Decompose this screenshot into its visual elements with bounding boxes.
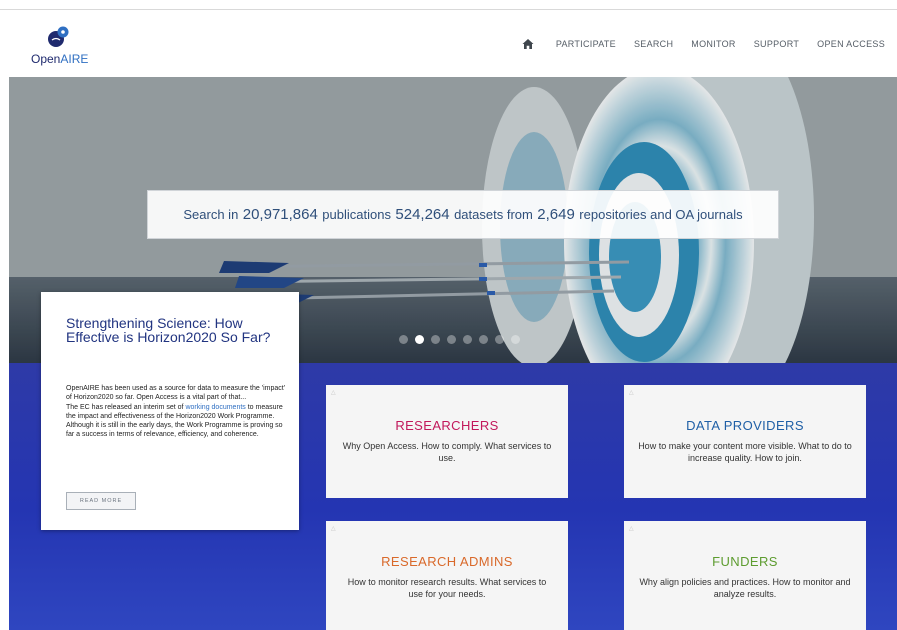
tile-researchers-title: RESEARCHERS (395, 418, 499, 433)
tile-corner-icon: △ (331, 526, 336, 532)
carousel-dot[interactable] (495, 335, 504, 344)
site-header: OpenAIRE PARTICIPATE SEARCH MONITOR SUPP… (9, 10, 897, 78)
home-icon[interactable] (522, 38, 534, 50)
tile-corner-icon: △ (629, 526, 634, 532)
carousel-dot[interactable] (463, 335, 472, 344)
tile-researchers-text: Why Open Access. How to comply. What ser… (342, 441, 552, 463)
datasets-count: 524,264 (395, 206, 450, 223)
repositories-count: 2,649 (537, 206, 575, 223)
publications-count: 20,971,864 (242, 206, 318, 223)
logo-wordmark: OpenAIRE (31, 52, 88, 66)
search-prefix: Search in (183, 207, 239, 222)
news-card: Strengthening Science: How Effective is … (41, 292, 299, 530)
carousel-dot-active[interactable] (415, 335, 424, 344)
nav-support[interactable]: SUPPORT (754, 39, 799, 49)
datasets-label: datasets from (454, 207, 533, 222)
carousel-dot[interactable] (447, 335, 456, 344)
tile-funders-title: FUNDERS (712, 554, 778, 569)
logo-wordmark-open: Open (31, 52, 61, 66)
read-more-button[interactable]: READ MORE (66, 492, 136, 510)
working-documents-link[interactable]: working documents (185, 404, 245, 411)
openaire-logo[interactable]: OpenAIRE (31, 22, 101, 68)
news-body-part2: The EC has released an interim set of (66, 403, 184, 411)
nav-search[interactable]: SEARCH (634, 39, 673, 49)
openaire-logo-icon (48, 26, 69, 47)
tile-corner-icon: △ (331, 390, 336, 396)
carousel-dot[interactable] (399, 335, 408, 344)
news-title[interactable]: Strengthening Science: How Effective is … (66, 316, 286, 344)
carousel-dots (399, 335, 527, 344)
search-stats-bar[interactable]: Search in 20,971,864 publications 524,26… (147, 190, 779, 239)
logo-wordmark-aire: AIRE (60, 52, 89, 66)
tile-corner-icon: △ (629, 390, 634, 396)
tile-data-providers-text: How to make your content more visible. W… (638, 441, 852, 463)
top-border (0, 0, 897, 10)
main-nav: PARTICIPATE SEARCH MONITOR SUPPORT OPEN … (522, 38, 885, 50)
nav-participate[interactable]: PARTICIPATE (556, 39, 616, 49)
carousel-dot[interactable] (479, 335, 488, 344)
tile-researchers[interactable]: △ RESEARCHERS Why Open Access. How to co… (326, 385, 568, 498)
news-body: OpenAIRE has been used as a source for d… (66, 384, 288, 440)
tile-funders-text: Why align policies and practices. How to… (639, 577, 851, 599)
tile-research-admins[interactable]: △ RESEARCH ADMINS How to monitor researc… (326, 521, 568, 630)
carousel-dot[interactable] (431, 335, 440, 344)
news-body-part1: OpenAIRE has been used as a source for d… (66, 385, 286, 402)
tile-research-admins-title: RESEARCH ADMINS (381, 554, 513, 569)
nav-monitor[interactable]: MONITOR (691, 39, 735, 49)
tile-research-admins-text: How to monitor research results. What se… (347, 577, 547, 599)
publications-label: publications (322, 207, 391, 222)
tile-funders[interactable]: △ FUNDERS Why align policies and practic… (624, 521, 866, 630)
tile-data-providers-title: DATA PROVIDERS (686, 418, 804, 433)
carousel-dot[interactable] (511, 335, 520, 344)
page: OpenAIRE PARTICIPATE SEARCH MONITOR SUPP… (9, 10, 897, 630)
nav-open-access[interactable]: OPEN ACCESS (817, 39, 885, 49)
repositories-label: repositories and OA journals (579, 207, 743, 222)
tile-data-providers[interactable]: △ DATA PROVIDERS How to make your conten… (624, 385, 866, 498)
